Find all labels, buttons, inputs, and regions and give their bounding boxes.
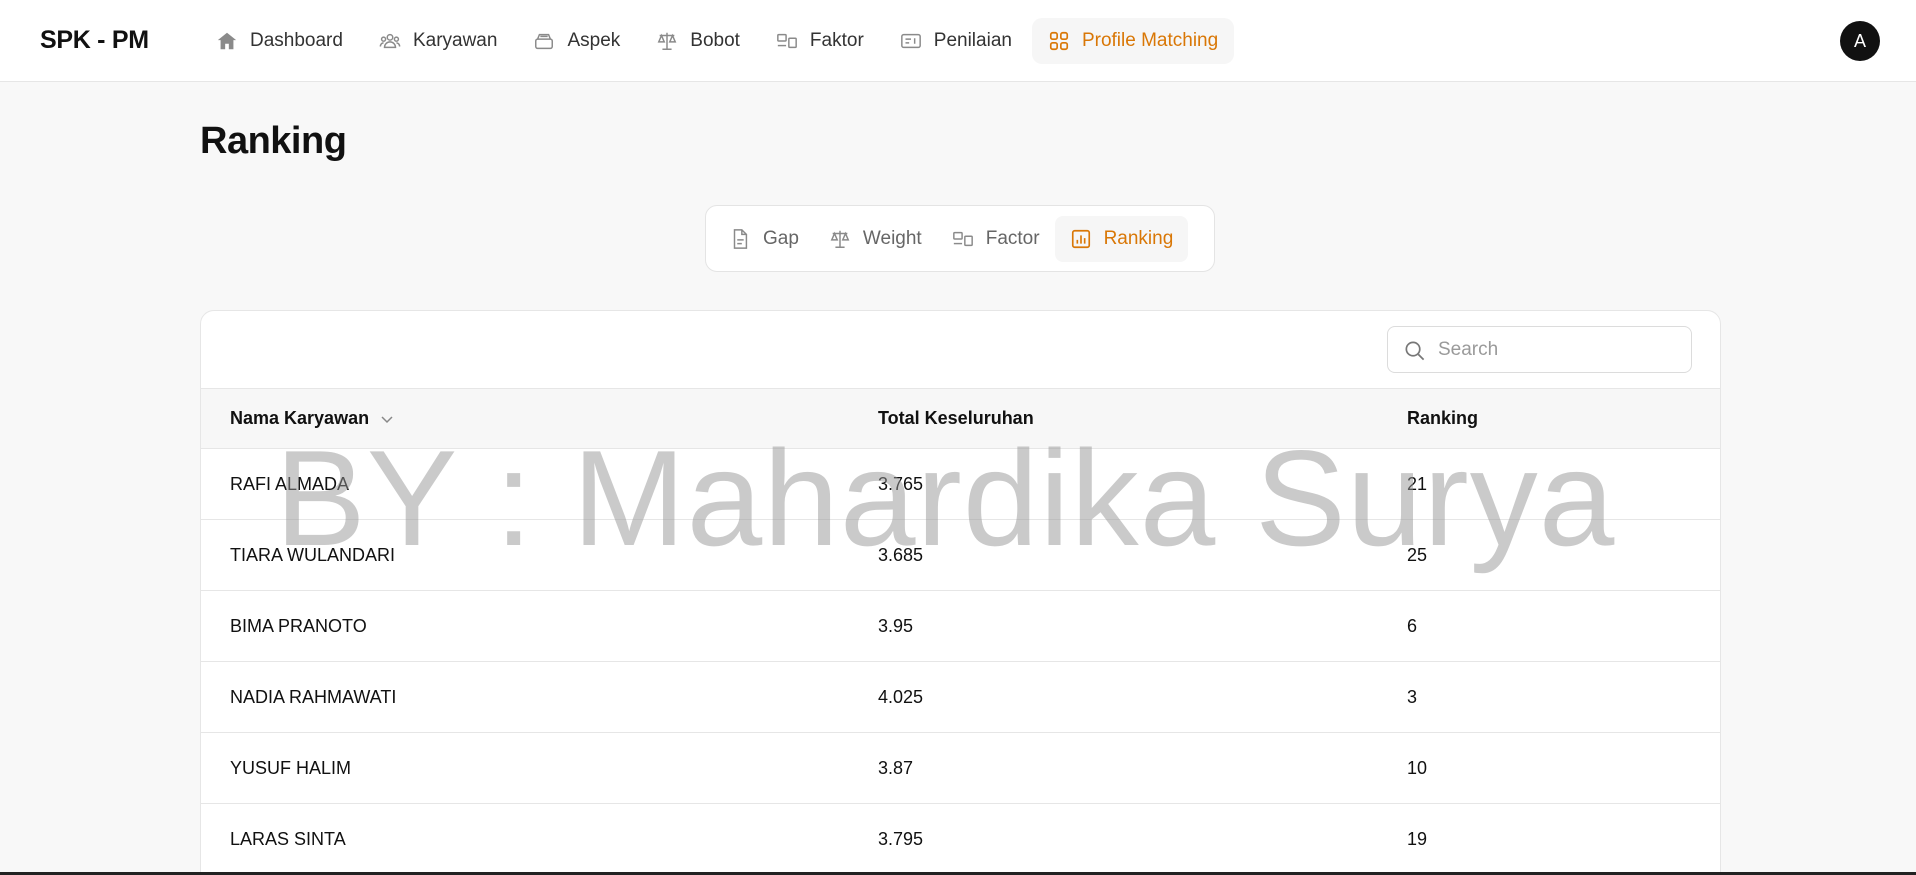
nav-item-label: Karyawan <box>412 30 498 51</box>
nav-item-aspek[interactable]: Aspek <box>517 18 636 64</box>
search-input[interactable] <box>1438 327 1678 372</box>
nav-item-label: Dashboard <box>250 30 343 51</box>
nav-item-dashboard[interactable]: Dashboard <box>200 18 359 64</box>
nav-item-penilaian[interactable]: Penilaian <box>884 18 1028 64</box>
layers-icon <box>535 33 554 50</box>
table-row[interactable]: RAFI ALMADA 3.765 21 <box>201 449 1720 520</box>
cell-ranking: 19 <box>1407 829 1428 849</box>
table-row[interactable]: TIARA WULANDARI 3.685 25 <box>201 520 1720 591</box>
factor-icon <box>777 33 797 49</box>
tab-label: Weight <box>862 227 922 249</box>
column-header-ranking: Ranking <box>1407 408 1479 428</box>
chevron-down-icon[interactable] <box>379 411 395 427</box>
cell-nama: RAFI ALMADA <box>230 474 350 494</box>
cell-nama: YUSUF HALIM <box>230 758 352 778</box>
cell-total: 3.685 <box>878 545 924 565</box>
cell-ranking: 10 <box>1407 758 1428 778</box>
tab-ranking[interactable]: Ranking <box>1054 215 1189 262</box>
avatar[interactable]: A <box>1840 21 1880 61</box>
nav-item-karyawan[interactable]: Karyawan <box>363 18 514 64</box>
ticket-icon <box>900 33 921 49</box>
tab-weight[interactable]: Weight <box>814 216 937 262</box>
tab-gap[interactable]: Gap <box>714 216 814 262</box>
tab-label: Ranking <box>1103 227 1174 249</box>
cell-total: 3.765 <box>878 474 924 494</box>
bar-chart-icon <box>1071 229 1090 248</box>
tab-label: Factor <box>985 227 1040 249</box>
scale-icon <box>657 32 677 50</box>
nav-item-label: Aspek <box>567 30 621 51</box>
table-row[interactable]: BIMA PRANOTO 3.95 6 <box>201 591 1720 662</box>
search-icon <box>1405 341 1425 361</box>
users-icon <box>379 33 401 49</box>
profile-matching-tabs: Gap Weight Factor Ranking <box>705 205 1215 272</box>
cell-nama: BIMA PRANOTO <box>230 616 367 636</box>
table-row[interactable]: LARAS SINTA 3.795 19 <box>201 804 1720 875</box>
search-box[interactable] <box>1387 326 1692 373</box>
nav-item-profile-matching[interactable]: Profile Matching <box>1031 18 1235 64</box>
cell-nama: TIARA WULANDARI <box>230 545 396 565</box>
nav-item-label: Faktor <box>809 30 864 51</box>
table-header: Nama Karyawan Total Keseluruhan Ranking <box>201 388 1720 449</box>
tab-factor[interactable]: Factor <box>937 216 1055 262</box>
nav-item-bobot[interactable]: Bobot <box>640 18 756 64</box>
table-body: RAFI ALMADA 3.765 21 TIARA WULANDARI 3.6… <box>201 449 1720 875</box>
factor-icon <box>952 231 973 246</box>
cell-total: 3.87 <box>878 758 914 778</box>
grid-icon <box>1049 31 1069 51</box>
column-header-label: Nama Karyawan <box>230 408 370 428</box>
page-title: Ranking <box>200 120 347 162</box>
cell-total: 4.025 <box>878 687 924 707</box>
cell-nama: NADIA RAHMAWATI <box>230 687 397 707</box>
cell-ranking: 21 <box>1407 474 1428 494</box>
home-icon <box>217 32 237 50</box>
top-navbar: SPK - PM Dashboard Karyawan Aspek Bobot … <box>0 0 1916 82</box>
table-row[interactable]: YUSUF HALIM 3.87 10 <box>201 733 1720 804</box>
nav-item-label: Profile Matching <box>1081 30 1219 51</box>
brand-logo[interactable]: SPK - PM <box>40 26 149 55</box>
main-nav: Dashboard Karyawan Aspek Bobot Faktor Pe… <box>200 18 1238 64</box>
cell-total: 3.795 <box>878 829 924 849</box>
column-header-nama-karyawan[interactable]: Nama Karyawan <box>230 408 395 429</box>
ranking-table-card: Nama Karyawan Total Keseluruhan Ranking … <box>200 310 1721 875</box>
scale-icon <box>830 230 850 248</box>
column-header-total-keseluruhan: Total Keseluruhan <box>878 408 1034 428</box>
nav-item-label: Bobot <box>690 30 740 51</box>
cell-ranking: 25 <box>1407 545 1428 565</box>
table-row[interactable]: NADIA RAHMAWATI 4.025 3 <box>201 662 1720 733</box>
cell-ranking: 3 <box>1407 687 1418 707</box>
tab-label: Gap <box>763 227 799 249</box>
cell-nama: LARAS SINTA <box>230 829 346 849</box>
nav-item-label: Penilaian <box>933 30 1012 51</box>
cell-total: 3.95 <box>878 616 914 636</box>
nav-item-faktor[interactable]: Faktor <box>760 18 880 64</box>
document-icon <box>733 228 748 249</box>
cell-ranking: 6 <box>1407 616 1418 636</box>
